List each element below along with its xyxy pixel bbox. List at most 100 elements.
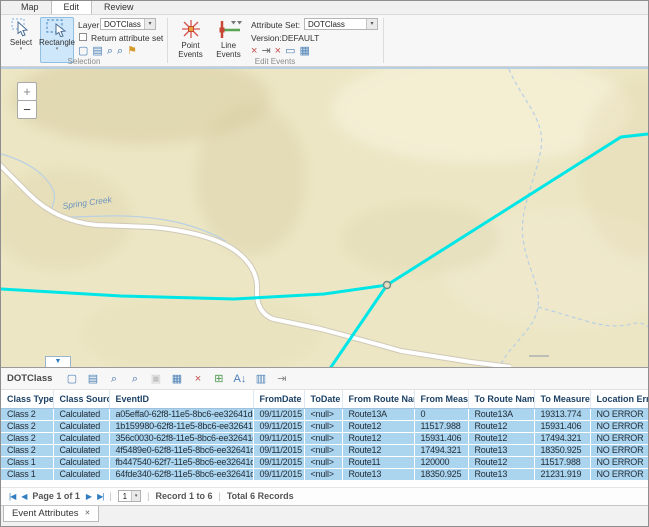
extent-icon[interactable]: ⇥ [272, 370, 291, 388]
event-attributes-tab[interactable]: Event Attributes ✕ [3, 506, 99, 522]
table-row[interactable]: Class 2Calculateda05effa0-62f8-11e5-8bc6… [1, 408, 648, 420]
chevron-down-icon[interactable]: ▾ [131, 491, 140, 501]
table-cell[interactable]: Class 2 [1, 444, 53, 456]
pan-to-selected-icon[interactable]: ⌕ [125, 370, 144, 388]
table-cell[interactable]: 64fde340-62f8-11e5-8bc6-ee32641d5ec9 [109, 468, 253, 480]
zoom-out-button[interactable]: − [17, 100, 37, 119]
table-cell[interactable]: Route13 [342, 468, 414, 480]
route-junction-marker[interactable] [384, 282, 391, 289]
selection-list-icon[interactable]: ▤ [92, 45, 102, 57]
trim-event-icon[interactable]: × [275, 45, 281, 57]
zoom-in-button[interactable]: + [17, 82, 37, 101]
table-cell[interactable]: 11517.988 [414, 420, 468, 432]
column-header[interactable]: To Route Name [468, 390, 534, 408]
attribute-window-icon[interactable]: ▭ [285, 45, 295, 57]
add-records-icon[interactable]: ⊞ [209, 370, 228, 388]
table-row[interactable]: Class 2Calculated4f5489e0-62f8-11e5-8bc6… [1, 444, 648, 456]
table-cell[interactable]: Route12 [468, 432, 534, 444]
sort-icon[interactable]: A↓ [230, 370, 249, 388]
close-tab-icon[interactable]: ✕ [85, 509, 91, 517]
table-cell[interactable]: NO ERROR [590, 420, 648, 432]
table-cell[interactable]: Route13 [468, 468, 534, 480]
page-select[interactable]: 1 ▾ [118, 490, 141, 502]
table-cell[interactable]: NO ERROR [590, 468, 648, 480]
table-cell[interactable]: 11517.988 [534, 456, 590, 468]
options-list-icon[interactable]: ▤ [83, 370, 102, 388]
column-header[interactable]: Class Type [1, 390, 53, 408]
table-row[interactable]: Class 2Calculated1b159980-62f8-11e5-8bc6… [1, 420, 648, 432]
table-cell[interactable]: <null> [304, 420, 342, 432]
chevron-down-icon[interactable]: ▾ [144, 19, 155, 29]
save-icon[interactable]: ▣ [146, 370, 165, 388]
table-cell[interactable]: Route12 [342, 432, 414, 444]
table-cell[interactable]: 1b159980-62f8-11e5-8bc6-ee32641d5ec9 [109, 420, 253, 432]
table-cell[interactable]: Class 2 [1, 420, 53, 432]
table-cell[interactable]: NO ERROR [590, 432, 648, 444]
table-cell[interactable]: Calculated [53, 420, 109, 432]
layer-select[interactable]: DOTClass ▾ [100, 18, 156, 30]
table-cell[interactable]: Class 1 [1, 468, 53, 480]
attribute-table-icon[interactable]: ▦ [300, 45, 310, 57]
zoom-to-selected-icon[interactable]: ⌕ [104, 370, 123, 388]
collapse-panel-button[interactable]: ▼ [45, 356, 71, 367]
selectable-layers-icon[interactable]: ⚑ [127, 45, 137, 57]
zoom-to-selection-icon[interactable]: ⌕ [107, 45, 113, 57]
map-viewport[interactable]: Spring Creek + − ▼ [1, 67, 648, 368]
table-cell[interactable]: <null> [304, 468, 342, 480]
chevron-down-icon[interactable]: ▾ [366, 19, 377, 29]
table-cell[interactable]: <null> [304, 408, 342, 420]
tab-review[interactable]: Review [92, 0, 146, 14]
table-cell[interactable]: Class 2 [1, 432, 53, 444]
table-cell[interactable]: Class 1 [1, 456, 53, 468]
table-cell[interactable]: Route12 [468, 456, 534, 468]
table-cell[interactable]: Calculated [53, 408, 109, 420]
table-cell[interactable]: 15931.406 [534, 420, 590, 432]
column-header[interactable]: From Measure [414, 390, 468, 408]
table-cell[interactable]: 19313.774 [534, 408, 590, 420]
previous-page-button[interactable]: ◀ [21, 492, 26, 501]
table-cell[interactable]: 17494.321 [414, 444, 468, 456]
tab-edit[interactable]: Edit [51, 0, 93, 14]
table-cell[interactable]: NO ERROR [590, 408, 648, 420]
table-cell[interactable]: 09/11/2015 [253, 420, 304, 432]
table-cell[interactable]: Calculated [53, 456, 109, 468]
table-cell[interactable]: NO ERROR [590, 444, 648, 456]
column-header[interactable]: From Route Name [342, 390, 414, 408]
table-cell[interactable]: <null> [304, 432, 342, 444]
show-attributes-icon[interactable]: ▥ [251, 370, 270, 388]
attribute-set-select[interactable]: DOTClass ▾ [304, 18, 378, 30]
table-cell[interactable]: 18350.925 [414, 468, 468, 480]
select-menu-icon[interactable]: ▢ [62, 370, 81, 388]
table-row[interactable]: Class 2Calculated356c0030-62f8-11e5-8bc6… [1, 432, 648, 444]
next-page-button[interactable]: ▶ [86, 492, 91, 501]
pan-to-selection-icon[interactable]: ⌕ [117, 45, 123, 57]
table-cell[interactable]: 09/11/2015 [253, 444, 304, 456]
table-cell[interactable]: Route11 [342, 456, 414, 468]
table-cell[interactable]: fb447540-62f7-11e5-8bc6-ee32641d5ec9 [109, 456, 253, 468]
table-cell[interactable]: 09/11/2015 [253, 468, 304, 480]
map-canvas[interactable]: Spring Creek [1, 69, 648, 367]
delete-event-icon[interactable]: × [251, 45, 257, 57]
column-header[interactable]: FromDate [253, 390, 304, 408]
column-header[interactable]: To Measure [534, 390, 590, 408]
column-header[interactable]: Class Source [53, 390, 109, 408]
table-cell[interactable]: Route12 [342, 444, 414, 456]
table-cell[interactable]: Route13A [468, 408, 534, 420]
split-event-icon[interactable]: ⇥ [261, 45, 270, 57]
table-cell[interactable]: 17494.321 [534, 432, 590, 444]
table-cell[interactable]: 09/11/2015 [253, 456, 304, 468]
first-page-button[interactable]: |◀ [9, 492, 15, 501]
table-cell[interactable]: Route12 [342, 420, 414, 432]
table-cell[interactable]: <null> [304, 456, 342, 468]
table-cell[interactable]: <null> [304, 444, 342, 456]
table-cell[interactable]: 21231.919 [534, 468, 590, 480]
table-cell[interactable]: NO ERROR [590, 456, 648, 468]
table-cell[interactable]: 356c0030-62f8-11e5-8bc6-ee32641d5ec9 [109, 432, 253, 444]
table-cell[interactable]: a05effa0-62f8-11e5-8bc6-ee32641d5ec9 [109, 408, 253, 420]
table-cell[interactable]: 15931.406 [414, 432, 468, 444]
tab-map[interactable]: Map [9, 0, 51, 14]
table-row[interactable]: Class 1Calculated64fde340-62f8-11e5-8bc6… [1, 468, 648, 480]
column-header[interactable]: EventID [109, 390, 253, 408]
table-cell[interactable]: 09/11/2015 [253, 408, 304, 420]
table-cell[interactable]: 120000 [414, 456, 468, 468]
